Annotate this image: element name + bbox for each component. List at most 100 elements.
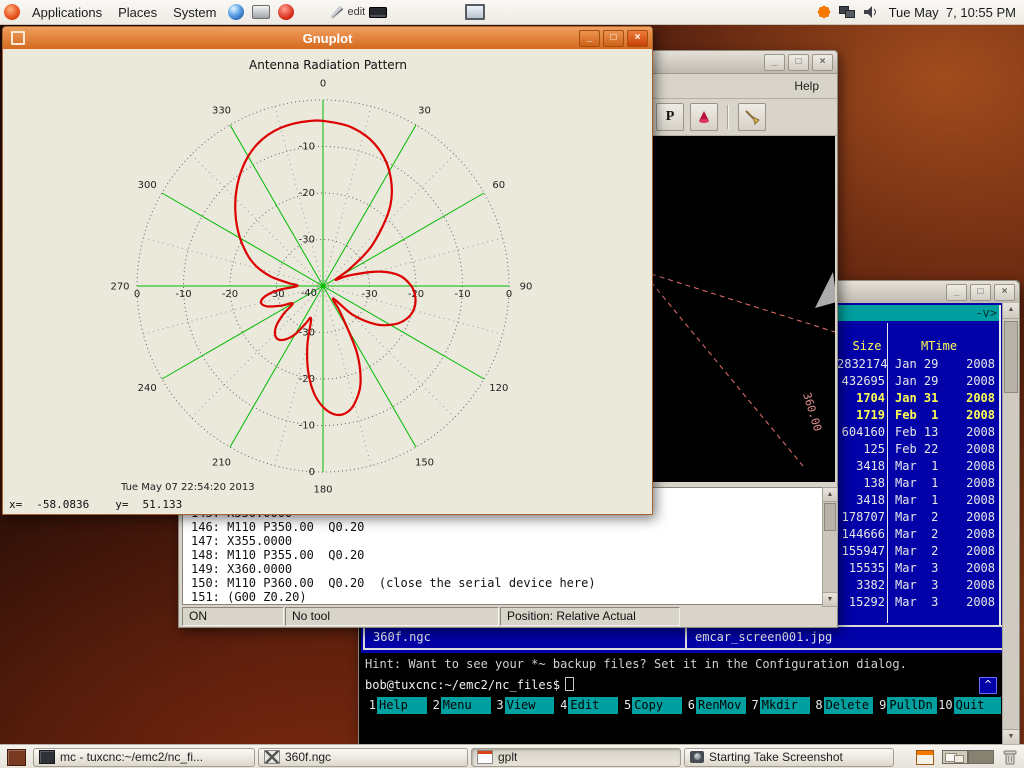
gedit-label[interactable]: edit: [347, 6, 365, 18]
file-row[interactable]: 3418Mar 12008: [837, 493, 1001, 510]
fkey-menu[interactable]: 2Menu: [427, 697, 491, 714]
fkey-edit[interactable]: 4Edit: [554, 697, 618, 714]
menu-places[interactable]: Places: [110, 3, 165, 22]
fkey-pulldn[interactable]: 9PullDn: [873, 697, 937, 714]
window-menu-icon[interactable]: [11, 31, 25, 45]
menu-help[interactable]: Help: [786, 77, 827, 95]
gcode-scrollbar[interactable]: ▲ ▼: [822, 487, 838, 607]
task-button-4[interactable]: Starting Take Screenshot: [684, 748, 894, 767]
file-row[interactable]: 15292Mar 32008: [837, 595, 1001, 612]
fkey-renmov[interactable]: 6RenMov: [682, 697, 746, 714]
axis-preview-canvas[interactable]: 360.00: [651, 136, 835, 482]
fkey-view[interactable]: 3View: [491, 697, 555, 714]
mc-close-button[interactable]: ×: [994, 284, 1015, 301]
menu-system[interactable]: System: [165, 3, 224, 22]
update-notifier-icon[interactable]: [817, 5, 831, 19]
gcode-scroll-down-icon[interactable]: ▼: [823, 592, 837, 606]
screenshot-tool-icon[interactable]: [465, 4, 485, 20]
terminal-scroll-down-icon[interactable]: ▼: [1003, 729, 1019, 745]
clear-plot-button[interactable]: [738, 103, 766, 131]
gnuplot-close-button[interactable]: ×: [627, 30, 648, 47]
file-row[interactable]: 155947Mar 22008: [837, 544, 1001, 561]
file-row[interactable]: 144666Mar 22008: [837, 527, 1001, 544]
fkey-mkdir[interactable]: 7Mkdir: [746, 697, 810, 714]
broom-icon: [743, 108, 761, 126]
terminal-scroll-thumb[interactable]: [1004, 321, 1018, 393]
trash-icon[interactable]: [1002, 749, 1018, 766]
file-row[interactable]: 3382Mar 32008: [837, 578, 1001, 595]
file-row[interactable]: 3418Mar 12008: [837, 459, 1001, 476]
y-value: 51.133: [142, 498, 182, 511]
gcode-line[interactable]: 150: M110 P360.00 Q0.20 (close the seria…: [191, 576, 596, 590]
ubuntu-logo-icon[interactable]: [4, 4, 20, 20]
task-button-3[interactable]: gplt: [471, 748, 681, 767]
shell-prompt[interactable]: bob@tuxcnc:~/emc2/nc_files$: [365, 677, 574, 692]
terminal-cursor: [565, 677, 574, 691]
keyboard-icon[interactable]: [369, 7, 387, 18]
svg-text:120: 120: [489, 383, 508, 394]
file-row[interactable]: 178707Mar 22008: [837, 510, 1001, 527]
terminal-scrollbar[interactable]: ▲ ▼: [1002, 303, 1019, 745]
file-row[interactable]: 125Feb 222008: [837, 442, 1001, 459]
mc-column-header-mtime[interactable]: MTime: [899, 339, 979, 353]
task-button-1[interactable]: mc - tuxcnc:~/emc2/nc_fi...: [33, 748, 255, 767]
clock[interactable]: Tue May 7, 10:55 PM: [889, 5, 1016, 20]
red-app-icon[interactable]: [278, 4, 294, 20]
workspace-switcher[interactable]: [942, 750, 994, 764]
pencil-icon[interactable]: [330, 6, 343, 19]
gcode-scroll-up-icon[interactable]: ▲: [823, 488, 837, 502]
position-status: Position: Relative Actual: [500, 607, 680, 626]
file-row[interactable]: 1719Feb 12008: [837, 408, 1001, 425]
fkey-quit[interactable]: 10Quit: [937, 697, 1001, 714]
axis-maximize-button[interactable]: □: [788, 54, 809, 71]
show-desktop-button[interactable]: [7, 749, 26, 766]
plot-area[interactable]: 030609012015018021024027030033000-10-10-…: [3, 49, 650, 497]
fkey-delete[interactable]: 8Delete: [810, 697, 874, 714]
task-button-2[interactable]: 360f.ngc: [258, 748, 468, 767]
workspace-2[interactable]: [968, 750, 994, 764]
volume-icon[interactable]: [863, 5, 879, 19]
gcode-scroll-thumb[interactable]: [824, 503, 836, 531]
history-up-button[interactable]: ^: [979, 677, 997, 694]
gcode-line[interactable]: 148: M110 P355.00 Q0.20: [191, 548, 596, 562]
file-row[interactable]: 15535Mar 32008: [837, 561, 1001, 578]
gcode-line[interactable]: 149: X360.0000: [191, 562, 596, 576]
file-row[interactable]: 138Mar 12008: [837, 476, 1001, 493]
axis-minimize-button[interactable]: _: [764, 54, 785, 71]
mc-maximize-button[interactable]: □: [970, 284, 991, 301]
fkey-copy[interactable]: 5Copy: [618, 697, 682, 714]
gcode-line[interactable]: 146: M110 P350.00 Q0.20: [191, 520, 596, 534]
svg-text:30: 30: [418, 106, 431, 117]
file-row[interactable]: 604160Feb 132008: [837, 425, 1001, 442]
globe-icon[interactable]: [228, 4, 244, 20]
gnuplot-window[interactable]: Gnuplot _ □ × 03060901201501802102402703…: [2, 26, 653, 515]
fkey-number: 2: [427, 697, 441, 714]
file-year: 2008: [959, 459, 995, 476]
file-year: 2008: [959, 391, 995, 408]
file-size: 144666: [837, 527, 887, 544]
mc-panel-sort-corner[interactable]: -v>: [975, 306, 997, 320]
file-date: Feb 22: [895, 442, 941, 459]
perspective-view-button[interactable]: P: [656, 103, 684, 131]
file-row[interactable]: 2832174Jan 292008: [837, 357, 1001, 374]
workspace-1[interactable]: [942, 750, 968, 764]
menu-applications[interactable]: Applications: [24, 3, 110, 22]
taskbar-tray: [916, 749, 1024, 766]
file-row[interactable]: 1704Jan 312008: [837, 391, 1001, 408]
gcode-line[interactable]: 147: X355.0000: [191, 534, 596, 548]
tool-view-button[interactable]: [690, 103, 718, 131]
gnuplot-maximize-button[interactable]: □: [603, 30, 624, 47]
fkey-help[interactable]: 1Help: [363, 697, 427, 714]
file-row[interactable]: 432695Jan 292008: [837, 374, 1001, 391]
printer-icon[interactable]: [252, 5, 270, 19]
gcode-line[interactable]: 151: (G00 Z0.20): [191, 590, 596, 604]
network-icon[interactable]: [839, 6, 855, 18]
terminal-scroll-up-icon[interactable]: ▲: [1003, 303, 1019, 319]
gnuplot-minimize-button[interactable]: _: [579, 30, 600, 47]
axis-close-button[interactable]: ×: [812, 54, 833, 71]
mc-minimize-button[interactable]: _: [946, 284, 967, 301]
svg-text:-10: -10: [299, 421, 315, 432]
svg-text:60: 60: [492, 180, 505, 191]
gnuplot-titlebar[interactable]: Gnuplot _ □ ×: [3, 27, 652, 49]
mc-column-header-size[interactable]: Size: [845, 339, 889, 353]
